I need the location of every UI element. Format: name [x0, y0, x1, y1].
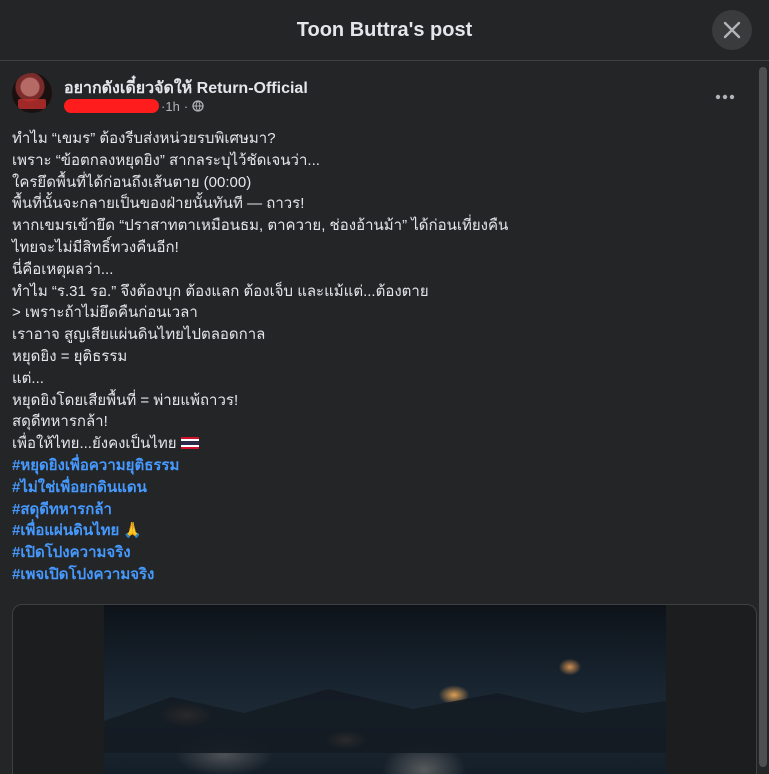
post-image[interactable] [104, 605, 666, 774]
hashtag-link[interactable]: #เพจเปิดโปงความจริง [12, 564, 742, 586]
post-line: ใครยึดพื้นที่ได้ก่อนถึงเส้นตาย (00:00) [12, 173, 252, 191]
post-line-with-flag: เพื่อให้ไทย...ยังคงเป็นไทย [12, 433, 742, 455]
post-line: > เพราะถ้าไม่ยึดคืนก่อนเวลา [12, 304, 198, 322]
globe-icon[interactable] [192, 100, 204, 112]
more-options-button[interactable] [707, 79, 743, 115]
post-line: ทำไม “ร.31 รอ.” จึงต้องบุก ต้องแลก ต้องเ… [12, 282, 429, 300]
redacted-name [64, 99, 159, 113]
post-line: หยุดยิง = ยุติธรรม [12, 347, 128, 365]
dialog-title: Toon Buttra's post [296, 18, 473, 41]
post-line: นี่คือเหตุผลว่า... [12, 260, 114, 278]
close-icon [723, 21, 741, 39]
post-media-card[interactable] [12, 604, 757, 774]
post-time[interactable]: 1h [165, 99, 179, 114]
post-line: ไทยจะไม่มีสิทธิ์ทวงคืนอีก! [12, 238, 179, 256]
post-meta: · 1h · [64, 97, 204, 115]
post-line: เพราะ “ข้อตกลงหยุดยิง” สากลระบุไว้ชัดเจน… [12, 151, 320, 169]
author-avatar[interactable] [12, 73, 52, 113]
post-line: แต่... [12, 369, 44, 387]
image-ridge [104, 689, 666, 753]
post-line: หยุดยิงโดยเสียพื้นที่ = พ่ายแพ้ถาวร! [12, 391, 239, 409]
scrollbar[interactable] [759, 63, 767, 772]
hashtag-link[interactable]: #หยุดยิงเพื่อความยุติธรรม [12, 455, 742, 477]
dialog-header: Toon Buttra's post [0, 0, 769, 61]
meta-separator: · [183, 98, 189, 114]
hashtag-link[interactable]: #เพื่อแผ่นดินไทย [12, 522, 119, 539]
praying-hands-icon: 🙏 [123, 522, 142, 540]
scrollbar-thumb[interactable] [759, 67, 767, 767]
hashtag-link[interactable]: #ไม่ใช่เพื่อยกดินแดน [12, 477, 742, 499]
hashtag-link[interactable]: #สดุดีทหารกล้า [12, 499, 742, 521]
close-button[interactable] [712, 10, 752, 50]
post-line: สดุดีทหารกล้า! [12, 413, 108, 431]
post-line: เพื่อให้ไทย...ยังคงเป็นไทย [12, 435, 177, 453]
post-header: อยากดังเดี๋ยวจัดให้ Return-Official · 1h… [12, 73, 749, 117]
hashtag-link[interactable]: #เปิดโปงความจริง [12, 542, 742, 564]
post-line: ทำไม “เขมร” ต้องรีบส่งหน่วยรบพิเศษมา? [12, 130, 276, 147]
post-line: พื้นที่นั้นจะกลายเป็นของฝ่ายนั้นทันที — … [12, 195, 305, 213]
more-options-icon [715, 94, 735, 100]
post-line: เราอาจ สูญเสียแผ่นดินไทยไปตลอดกาล [12, 326, 266, 344]
post-line: หากเขมรเข้ายึด “ปราสาทตาเหมือนธม, ตาควาย… [12, 217, 509, 235]
thai-flag-icon [180, 437, 199, 450]
hashtag-line-with-emoji: #เพื่อแผ่นดินไทย 🙏 [12, 520, 742, 542]
post-content[interactable]: อยากดังเดี๋ยวจัดให้ Return-Official · 1h… [0, 61, 769, 774]
post-text: ทำไม “เขมร” ต้องรีบส่งหน่วยรบพิเศษมา? เพ… [12, 128, 742, 586]
